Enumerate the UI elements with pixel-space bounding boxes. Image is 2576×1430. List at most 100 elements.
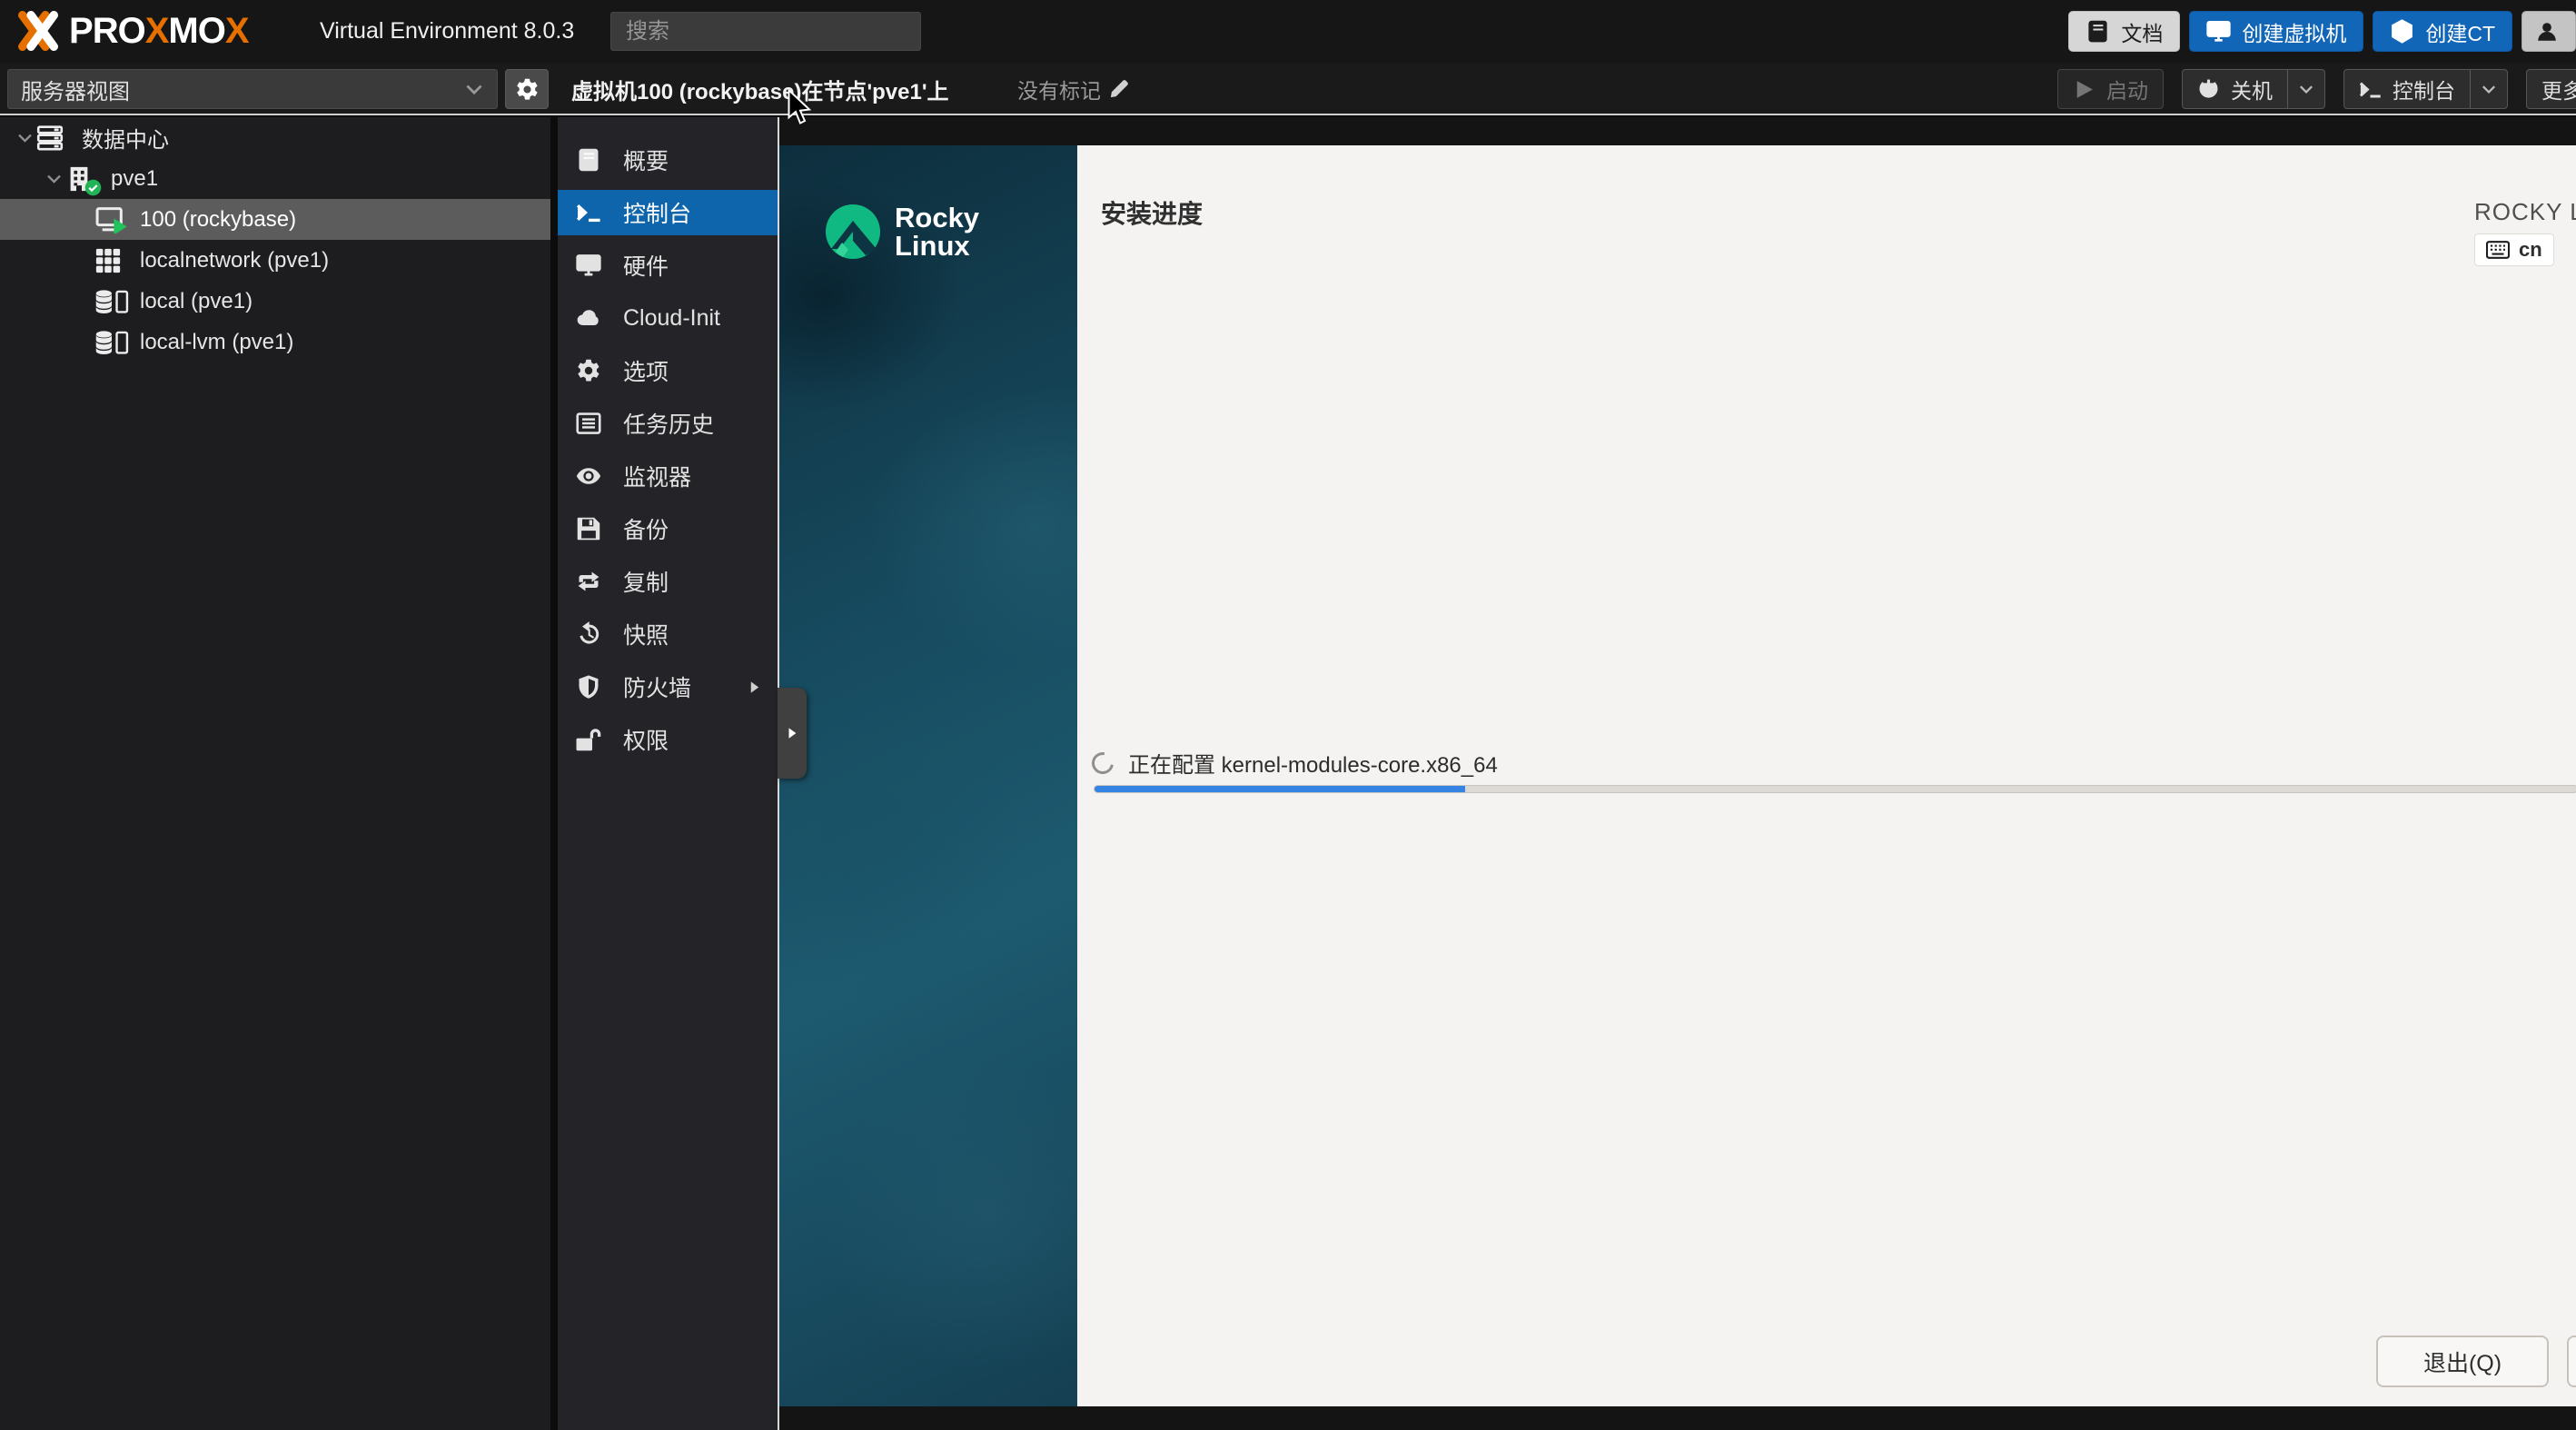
tree-item-pve1[interactable]: pve1 — [0, 158, 550, 199]
tree-item-label: 数据中心 — [82, 122, 169, 154]
repeat-icon — [576, 568, 607, 595]
cloud-icon — [576, 304, 607, 332]
top-bar-buttons: 文档 创建虚拟机创建CT — [2068, 11, 2576, 52]
documentation-button[interactable]: 文档 — [2068, 11, 2180, 52]
tree-item-local-lvm[interactable]: local-lvm (pve1) — [0, 322, 550, 362]
expand-toggle[interactable] — [42, 170, 65, 187]
quit-button[interactable]: 退出(Q) — [2376, 1336, 2549, 1387]
tree-item-label: localnetwork (pve1) — [140, 248, 329, 273]
shutdown-button[interactable]: 关机 — [2182, 69, 2325, 109]
install-progress-bar — [1094, 785, 2576, 793]
vm-menu-item-summary[interactable]: 概要 — [558, 137, 778, 183]
menu-item-label: 概要 — [623, 144, 669, 176]
tree-item-label: 100 (rockybase) — [140, 207, 296, 233]
vm-menu-item-options[interactable]: 选项 — [558, 348, 778, 393]
proxmox-logo-icon — [13, 9, 64, 53]
panel-expander-handle[interactable] — [778, 688, 807, 779]
chevronDown-icon — [2481, 81, 2497, 97]
tree-item-local[interactable]: local (pve1) — [0, 281, 550, 322]
product-version: Virtual Environment 8.0.3 — [320, 0, 574, 63]
more-label: 更多 — [2541, 74, 2576, 104]
progress-fill — [1095, 786, 1465, 792]
caret-right-icon — [786, 727, 798, 740]
chevronDown-icon — [2298, 81, 2314, 97]
user-menu-button[interactable] — [2522, 11, 2576, 52]
console-button[interactable]: 控制台 — [2343, 69, 2508, 109]
tree-item-label: pve1 — [111, 166, 158, 192]
vm-menu: 概要控制台硬件 Cloud-Init 选项任务历史监视器备份复制快照防火墙权限 — [558, 117, 778, 1430]
vm-icon — [94, 205, 129, 234]
server-icon — [36, 124, 71, 153]
page-title: 虚拟机100 (rockybase)在节点'pve1'上 — [571, 63, 949, 115]
menu-item-label: 防火墙 — [623, 670, 691, 703]
create-vm-label: 创建虚拟机 — [2242, 16, 2346, 47]
vm-menu-item-snapshots[interactable]: 快照 — [558, 611, 778, 657]
rocky-linux-logo: Rocky Linux — [824, 203, 979, 261]
grid-icon — [94, 246, 129, 275]
book-icon — [576, 146, 607, 174]
top-bar: PROXMOX Virtual Environment 8.0.3 文档 创建虚拟… — [0, 0, 2576, 63]
vm-menu-item-task-history[interactable]: 任务历史 — [558, 401, 778, 446]
vm-menu-item-hardware[interactable]: 硬件 — [558, 243, 778, 288]
spinner-icon — [1087, 748, 1117, 778]
documentation-label: 文档 — [2121, 16, 2163, 47]
installer-page-title: 安装进度 — [1101, 194, 1203, 231]
next-button-partial[interactable] — [2567, 1336, 2576, 1387]
monitor-icon — [576, 252, 607, 279]
vm-action-buttons: 启动 关机 控制台 更多 — [2057, 69, 2576, 109]
unlock-icon — [576, 726, 607, 753]
caret-right-icon — [748, 680, 761, 694]
expand-toggle[interactable] — [13, 129, 36, 146]
vm-menu-item-backup[interactable]: 备份 — [558, 506, 778, 551]
vnc-console[interactable]: Rocky Linux 安装进度 ROCKY LI cn 正在配置 kernel… — [779, 117, 2576, 1430]
vm-menu-item-firewall[interactable]: 防火墙 — [558, 664, 778, 710]
tree-settings-button[interactable] — [505, 69, 549, 109]
brand-text: PROXMOX — [69, 0, 249, 63]
cube-icon — [2390, 19, 2414, 44]
install-task-label: 正在配置 kernel-modules-core.x86_64 — [1128, 747, 1498, 779]
create-vm-button[interactable]: 创建虚拟机 — [2189, 11, 2363, 52]
create-ct-button[interactable]: 创建CT — [2373, 11, 2512, 52]
anaconda-installer-screen: Rocky Linux 安装进度 ROCKY LI cn 正在配置 kernel… — [779, 145, 2576, 1406]
play-icon — [2073, 78, 2095, 101]
keyboard-layout-indicator[interactable]: cn — [2474, 233, 2554, 266]
view-selector-dropdown[interactable]: 服务器视图 — [7, 69, 498, 109]
shutdown-label: 关机 — [2231, 74, 2273, 104]
installer-sidebar: Rocky Linux — [779, 145, 1077, 1406]
vm-menu-item-permissions[interactable]: 权限 — [558, 717, 778, 762]
vm-menu-item-console[interactable]: 控制台 — [558, 190, 778, 235]
storage-icon — [94, 328, 129, 357]
start-button: 启动 — [2057, 69, 2164, 109]
installer-distro-header: ROCKY LI — [2474, 198, 2576, 226]
user-icon — [2535, 20, 2559, 44]
vm-menu-item-cloud-init[interactable]: Cloud-Init — [558, 295, 778, 341]
proxmox-window: PROXMOX Virtual Environment 8.0.3 文档 创建虚拟… — [0, 0, 2576, 1430]
menu-item-label: 任务历史 — [623, 407, 714, 440]
view-selector-label: 服务器视图 — [21, 74, 130, 105]
shutdown-dropdown[interactable] — [2288, 81, 2324, 97]
gear-icon — [576, 357, 607, 384]
tags-label: 没有标记 — [1017, 74, 1101, 104]
tree-item-label: local-lvm (pve1) — [140, 330, 293, 355]
more-button[interactable]: 更多 — [2526, 69, 2576, 109]
tree-item-vm-100[interactable]: 100 (rockybase) — [0, 199, 550, 240]
tags-editor[interactable]: 没有标记 — [1017, 63, 1129, 115]
chevron-down-icon — [464, 79, 484, 99]
search-input[interactable] — [610, 12, 921, 51]
console-dropdown[interactable] — [2471, 81, 2507, 97]
rocky-logo-icon — [824, 203, 882, 261]
menu-item-label: Cloud-Init — [623, 305, 720, 332]
history-icon — [576, 621, 607, 648]
installer-content: 安装进度 ROCKY LI cn 正在配置 kernel-modules-cor… — [1077, 145, 2576, 1406]
menu-item-label: 复制 — [623, 565, 669, 598]
monitor-icon — [2206, 19, 2231, 44]
shield-icon — [576, 673, 607, 700]
vm-menu-item-replication[interactable]: 复制 — [558, 559, 778, 604]
vm-menu-item-monitor[interactable]: 监视器 — [558, 453, 778, 499]
mouse-cursor — [787, 89, 814, 125]
keyboard-layout-code: cn — [2519, 238, 2542, 262]
eye-icon — [576, 462, 607, 490]
tree-item-localnetwork[interactable]: localnetwork (pve1) — [0, 240, 550, 281]
start-label: 启动 — [2106, 74, 2148, 104]
tree-item-datacenter[interactable]: 数据中心 — [0, 117, 550, 158]
